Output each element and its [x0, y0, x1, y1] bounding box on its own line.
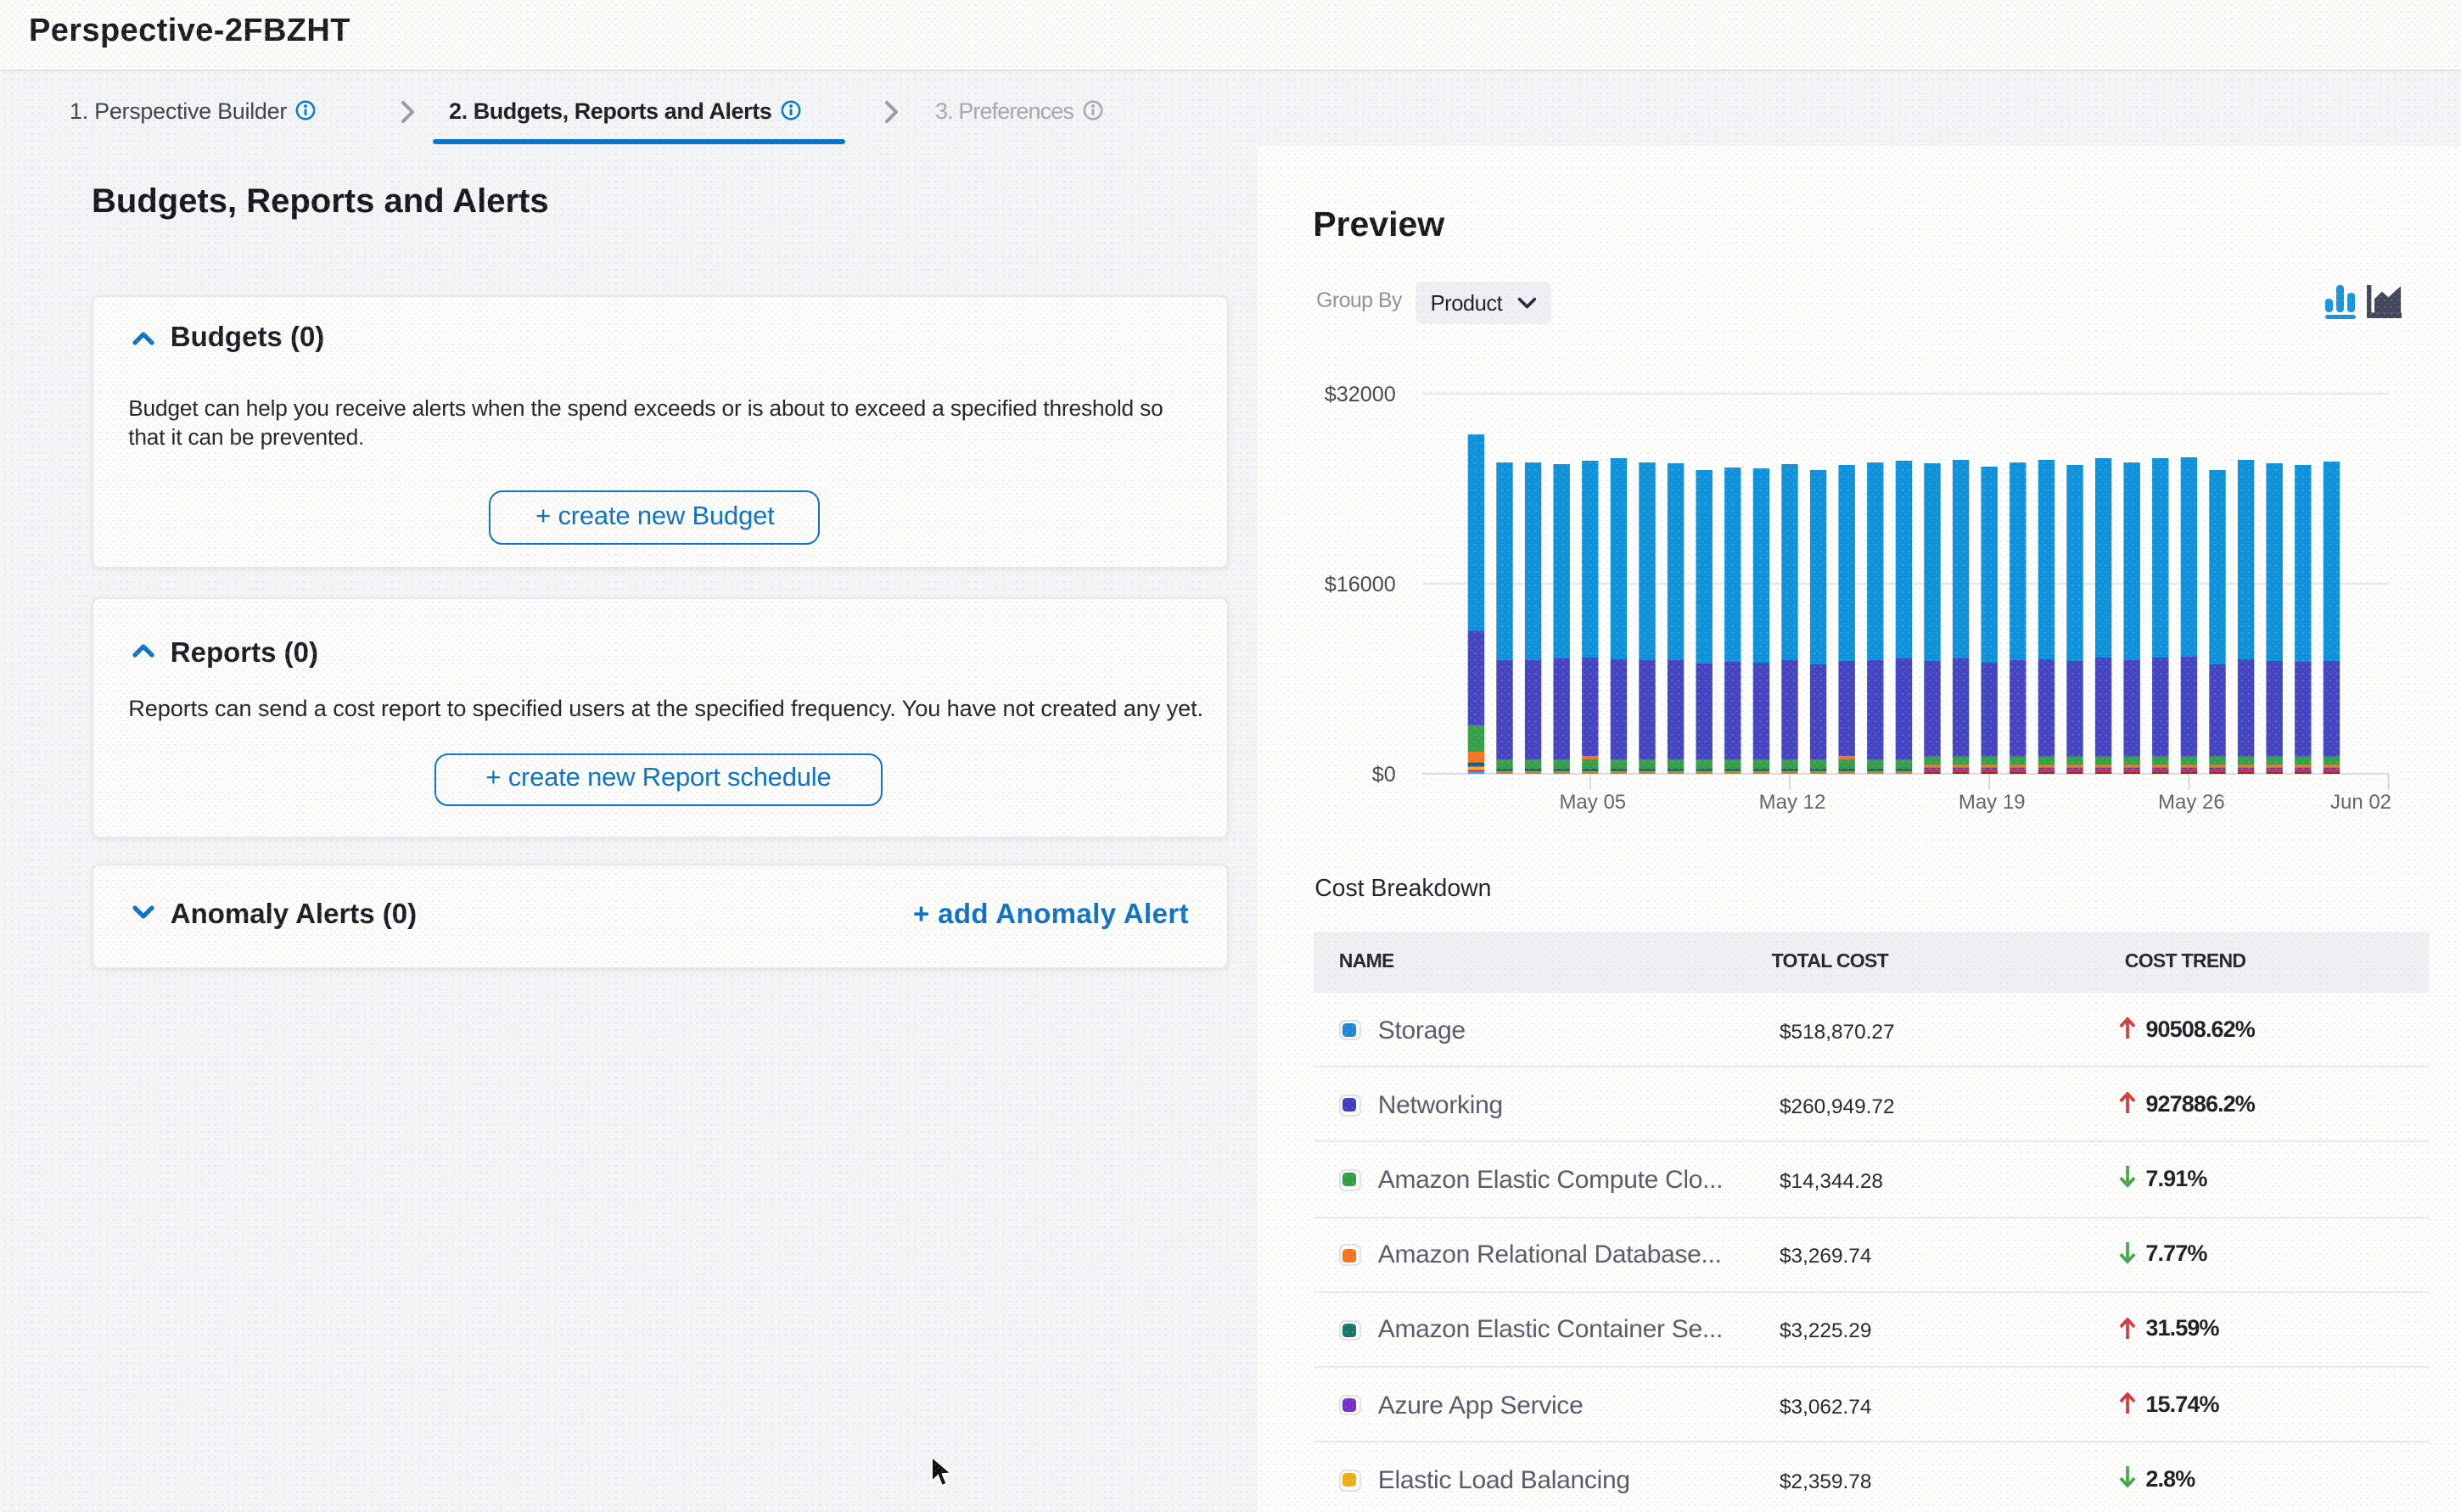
svg-text:May 05: May 05: [1559, 791, 1626, 814]
svg-text:$0: $0: [1372, 763, 1396, 787]
svg-text:$16000: $16000: [1325, 573, 1396, 596]
svg-text:May 12: May 12: [1759, 791, 1826, 814]
svg-text:Jun 02: Jun 02: [2330, 791, 2391, 814]
svg-text:May 26: May 26: [2158, 791, 2225, 814]
svg-text:$32000: $32000: [1325, 383, 1396, 406]
svg-text:May 19: May 19: [1959, 791, 2026, 814]
